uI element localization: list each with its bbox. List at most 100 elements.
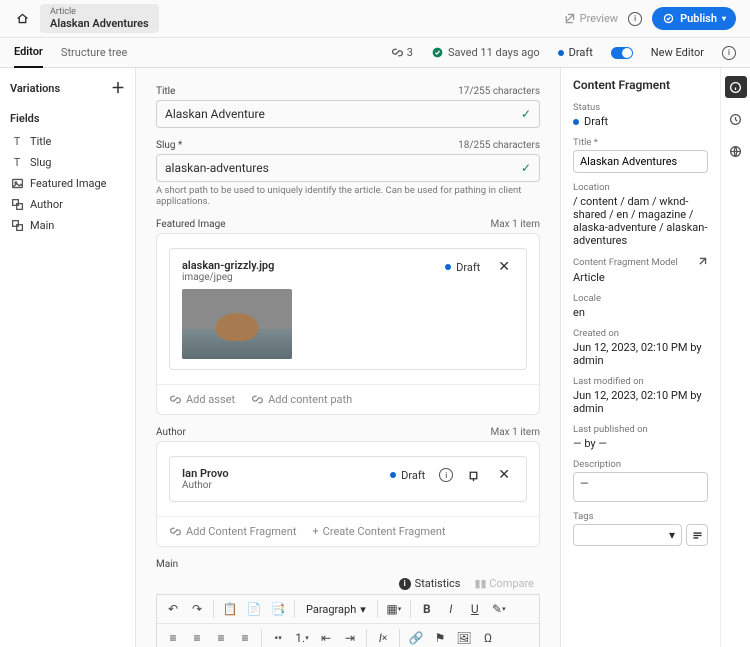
rail-tab-history[interactable] bbox=[725, 108, 747, 130]
underline-button[interactable]: U bbox=[464, 598, 486, 620]
compare-icon: ▮▮ bbox=[474, 577, 486, 590]
tags-browse-button[interactable] bbox=[686, 524, 708, 546]
tags-select[interactable]: ▾ bbox=[573, 524, 682, 546]
chevron-down-icon: ▾ bbox=[360, 603, 366, 616]
clear-format-button[interactable]: I× bbox=[372, 627, 394, 647]
rail-tab-translations[interactable] bbox=[725, 140, 747, 162]
rail-tab-properties[interactable] bbox=[725, 76, 747, 98]
rail-desc-label: Description bbox=[573, 459, 708, 470]
table-button[interactable]: ▦ ▾ bbox=[383, 598, 405, 620]
bullet-list-button[interactable]: • ▾ bbox=[267, 627, 289, 647]
asset-thumbnail bbox=[182, 289, 292, 359]
add-content-path-button[interactable]: Add content path bbox=[251, 393, 352, 406]
rail-model: Article bbox=[573, 271, 708, 284]
field-item-featured-image[interactable]: Featured Image bbox=[0, 173, 135, 194]
featured-max: Max 1 item bbox=[491, 219, 541, 230]
breadcrumb-title: Alaskan Adventures bbox=[50, 17, 149, 30]
slug-input[interactable]: alaskan-adventures ✓ bbox=[156, 154, 540, 182]
rail-modified-label: Last modified on bbox=[573, 376, 708, 387]
text-icon: T bbox=[10, 135, 24, 148]
rail-location: / content / dam / wknd-shared / en / mag… bbox=[573, 195, 708, 247]
tab-structure-tree[interactable]: Structure tree bbox=[61, 38, 127, 67]
author-role: Author bbox=[182, 480, 229, 491]
undo-button[interactable]: ↶ bbox=[162, 598, 184, 620]
align-center-button[interactable]: ≡ bbox=[186, 627, 208, 647]
new-editor-toggle[interactable] bbox=[611, 47, 633, 59]
valid-check-icon: ✓ bbox=[521, 107, 531, 121]
status-dot-icon bbox=[390, 472, 396, 478]
text-icon: T bbox=[10, 156, 24, 169]
title-label: Title bbox=[156, 86, 175, 97]
publish-button[interactable]: Publish ▾ bbox=[652, 7, 736, 30]
variations-heading: Variations bbox=[10, 82, 60, 95]
number-list-button[interactable]: 1. ▾ bbox=[291, 627, 313, 647]
author-status: Draft bbox=[390, 469, 425, 482]
author-info-icon[interactable]: i bbox=[439, 468, 453, 482]
remove-author-button[interactable]: ✕ bbox=[494, 467, 514, 483]
field-item-main[interactable]: Main bbox=[0, 215, 135, 236]
link-count[interactable]: 3 bbox=[391, 46, 413, 59]
paste-button[interactable]: 📋 bbox=[219, 598, 241, 620]
field-item-title[interactable]: TTitle bbox=[0, 131, 135, 152]
anchor-button[interactable]: ⚑ bbox=[429, 627, 451, 647]
italic-button[interactable]: I bbox=[440, 598, 462, 620]
rail-status-label: Status bbox=[573, 102, 708, 113]
align-right-button[interactable]: ≡ bbox=[210, 627, 232, 647]
image-button[interactable]: 🖼 bbox=[453, 627, 475, 647]
title-input[interactable]: Alaskan Adventure ✓ bbox=[156, 100, 540, 128]
field-slug: Slug * 18/255 characters alaskan-adventu… bbox=[156, 140, 540, 207]
rail-created-label: Created on bbox=[573, 328, 708, 339]
open-model-icon[interactable] bbox=[695, 256, 708, 269]
breadcrumb[interactable]: Article Alaskan Adventures bbox=[40, 4, 159, 33]
tab-editor[interactable]: Editor bbox=[14, 37, 43, 68]
remove-asset-button[interactable]: ✕ bbox=[494, 259, 514, 275]
align-left-button[interactable]: ≡ bbox=[162, 627, 184, 647]
paste-text-button[interactable]: 📄 bbox=[243, 598, 265, 620]
highlight-button[interactable]: ✎▾ bbox=[488, 598, 510, 620]
image-icon bbox=[10, 177, 24, 190]
indent-button[interactable]: ⇥ bbox=[339, 627, 361, 647]
rail-status: Draft bbox=[573, 115, 708, 128]
field-author: Author Max 1 item Ian Provo Author bbox=[156, 427, 540, 547]
compare-button[interactable]: ▮▮ Compare bbox=[474, 577, 534, 590]
paste-word-button[interactable]: 📑 bbox=[267, 598, 289, 620]
reference-icon bbox=[10, 219, 24, 232]
bold-button[interactable]: B bbox=[416, 598, 438, 620]
statistics-button[interactable]: i Statistics bbox=[399, 577, 461, 590]
author-max: Max 1 item bbox=[491, 427, 541, 438]
subbar: Editor Structure tree 3 Saved 11 days ag… bbox=[0, 38, 750, 68]
redo-button[interactable]: ↷ bbox=[186, 598, 208, 620]
rail-published: — by — bbox=[573, 437, 708, 450]
info-icon[interactable]: i bbox=[628, 12, 642, 26]
rail-description-input[interactable]: — bbox=[573, 472, 708, 502]
create-content-fragment-button[interactable]: + Create Content Fragment bbox=[312, 525, 445, 538]
link-button[interactable]: 🔗 bbox=[405, 627, 427, 647]
chevron-down-icon: ▾ bbox=[722, 14, 726, 23]
add-content-fragment-button[interactable]: Add Content Fragment bbox=[169, 525, 296, 538]
editor-info-icon[interactable]: i bbox=[722, 46, 736, 60]
draft-status: Draft bbox=[558, 46, 593, 59]
field-item-slug[interactable]: TSlug bbox=[0, 152, 135, 173]
paragraph-style-select[interactable]: Paragraph ▾ bbox=[300, 600, 372, 619]
add-asset-button[interactable]: Add asset bbox=[169, 393, 235, 406]
rail-modified: Jun 12, 2023, 02:10 PM by admin bbox=[573, 389, 708, 415]
rail-location-label: Location bbox=[573, 182, 708, 193]
status-dot-icon bbox=[445, 264, 451, 270]
topbar: Article Alaskan Adventures Preview i Pub… bbox=[0, 0, 750, 38]
author-card[interactable]: Ian Provo Author Draft i bbox=[169, 456, 527, 502]
outdent-button[interactable]: ⇤ bbox=[315, 627, 337, 647]
align-justify-button[interactable]: ≡ bbox=[234, 627, 256, 647]
field-item-author[interactable]: Author bbox=[0, 194, 135, 215]
rail-locale: en bbox=[573, 306, 708, 319]
main-label: Main bbox=[156, 559, 178, 570]
preview-button[interactable]: Preview bbox=[563, 12, 618, 25]
home-icon[interactable] bbox=[14, 11, 30, 27]
special-char-button[interactable]: Ω bbox=[477, 627, 499, 647]
rail-model-label: Content Fragment Model bbox=[573, 257, 678, 268]
asset-filename: alaskan-grizzly.jpg bbox=[182, 259, 292, 272]
rail-title-input[interactable] bbox=[573, 150, 708, 173]
add-variation-button[interactable]: ＋ bbox=[111, 78, 125, 98]
asset-card[interactable]: alaskan-grizzly.jpg image/jpeg Draft bbox=[169, 248, 527, 370]
fields-heading: Fields bbox=[0, 108, 135, 131]
open-fragment-icon[interactable] bbox=[467, 469, 480, 482]
